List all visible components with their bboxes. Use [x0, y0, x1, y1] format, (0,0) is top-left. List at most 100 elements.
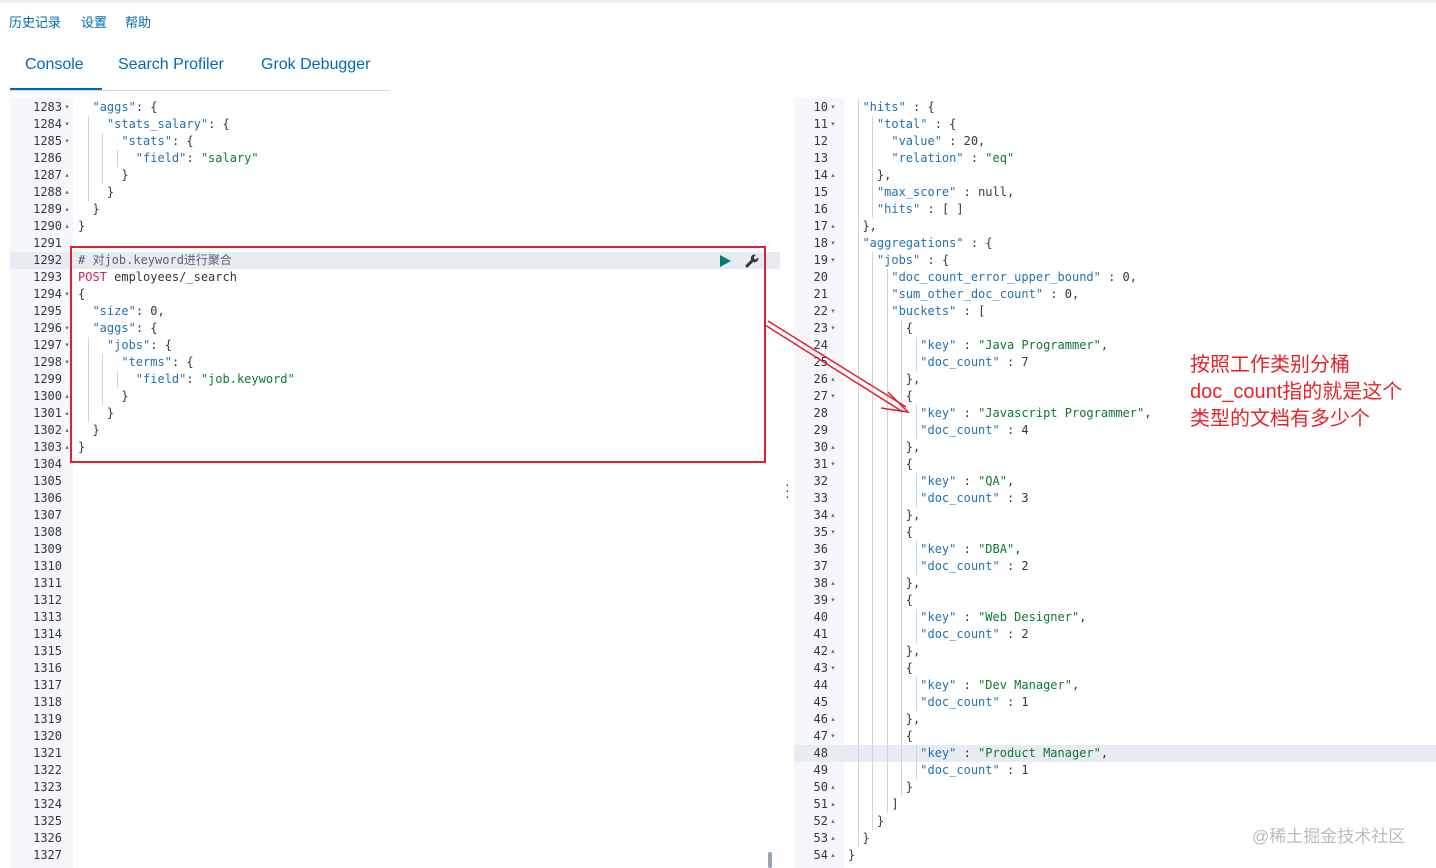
line-number: 12	[813, 134, 828, 148]
code-line: 39 ▾ {	[794, 592, 1436, 609]
annotation-line: 类型的文档有多少个	[1190, 408, 1370, 430]
unfold-arrow-icon[interactable]: ▴	[63, 218, 71, 235]
line-number: 39	[813, 593, 828, 607]
fold-arrow-icon[interactable]: ▾	[829, 524, 837, 541]
tab-search-profiler[interactable]: Search Profiler	[118, 56, 224, 74]
unfold-arrow-icon[interactable]: ▴	[829, 167, 837, 184]
line-number: 1297	[33, 338, 62, 352]
fold-arrow-icon[interactable]: ▾	[829, 252, 837, 269]
unfold-arrow-icon[interactable]: ▴	[829, 711, 837, 728]
request-editor[interactable]: 1283 ▾ "aggs": {1284 ▾ "stats_salary": {12…	[10, 98, 780, 868]
unfold-arrow-icon[interactable]: ▴	[829, 813, 837, 830]
fold-arrow-icon[interactable]: ▾	[829, 592, 837, 609]
tab-bar: Console Search Profiler Grok Debugger	[0, 44, 1436, 91]
response-viewer[interactable]: 10 ▾ "hits" : {11 ▾ "total" : {12 "value" …	[794, 98, 1436, 868]
fold-arrow-icon[interactable]: ▾	[63, 133, 71, 150]
line-number: 29	[813, 423, 828, 437]
code-line: 1312	[10, 592, 780, 609]
code-text: "stats_salary": {	[106, 117, 230, 131]
unfold-arrow-icon[interactable]: ▴	[829, 575, 837, 592]
line-number: 1321	[33, 746, 62, 760]
code-text: "jobs" : {	[876, 253, 950, 267]
menu-history[interactable]: 历史记录	[9, 12, 61, 31]
menu-settings[interactable]: 设置	[81, 12, 107, 31]
line-number: 1322	[33, 763, 62, 777]
fold-arrow-icon[interactable]: ▾	[829, 235, 837, 252]
code-line: 44 "key" : "Dev Manager",	[794, 677, 1436, 694]
code-line: 1311	[10, 575, 780, 592]
line-number: 1310	[33, 559, 62, 573]
wrench-icon[interactable]	[744, 253, 760, 269]
unfold-arrow-icon[interactable]: ▴	[829, 847, 837, 864]
code-line: 31 ▾ {	[794, 456, 1436, 473]
line-number: 15	[813, 185, 828, 199]
tab-console[interactable]: Console	[25, 56, 84, 74]
code-line: 30 ▴ },	[794, 439, 1436, 456]
line-number: 1326	[33, 831, 62, 845]
unfold-arrow-icon[interactable]: ▴	[829, 796, 837, 813]
unfold-arrow-icon[interactable]: ▴	[829, 218, 837, 235]
code-line: 1322	[10, 762, 780, 779]
line-number: 14	[813, 168, 828, 182]
fold-arrow-icon[interactable]: ▾	[829, 456, 837, 473]
unfold-arrow-icon[interactable]: ▴	[829, 507, 837, 524]
scrollbar-thumb[interactable]	[768, 852, 772, 868]
code-line: 1317	[10, 677, 780, 694]
line-number: 11	[813, 117, 828, 131]
code-text: },	[848, 712, 921, 726]
line-number: 1294	[33, 287, 62, 301]
unfold-arrow-icon[interactable]: ▴	[829, 830, 837, 847]
line-number: 1283	[33, 100, 62, 114]
line-number: 1309	[33, 542, 62, 556]
fold-arrow-icon[interactable]: ▾	[63, 116, 71, 133]
fold-arrow-icon[interactable]: ▾	[829, 303, 837, 320]
annotation-text: 按照工作类别分桶 doc_count指的就是这个 类型的文档有多少个	[1190, 352, 1436, 433]
line-number: 1312	[33, 593, 62, 607]
line-number: 50	[813, 780, 828, 794]
unfold-arrow-icon[interactable]: ▴	[829, 779, 837, 796]
unfold-arrow-icon[interactable]: ▴	[63, 184, 71, 201]
drag-handle-icon[interactable]: · · ·	[785, 477, 790, 503]
unfold-arrow-icon[interactable]: ▴	[829, 643, 837, 660]
line-number: 1290	[33, 219, 62, 233]
line-number: 46	[813, 712, 828, 726]
line-number: 18	[813, 236, 828, 250]
line-number: 1299	[33, 372, 62, 386]
code-line: 1287 ▴ }	[10, 167, 780, 184]
play-icon[interactable]	[718, 254, 732, 268]
line-number: 41	[813, 627, 828, 641]
code-text: {	[848, 457, 914, 471]
line-number: 1286	[33, 151, 62, 165]
code-text: },	[848, 219, 877, 233]
menu-help[interactable]: 帮助	[125, 12, 151, 31]
fold-arrow-icon[interactable]: ▾	[829, 99, 837, 116]
fold-arrow-icon[interactable]: ▾	[63, 99, 71, 116]
code-text: "max_score" : null,	[876, 185, 1015, 199]
fold-arrow-icon[interactable]: ▾	[829, 660, 837, 677]
line-number: 21	[813, 287, 828, 301]
code-text: "sum_other_doc_count" : 0,	[891, 287, 1080, 301]
code-text: {	[848, 525, 914, 539]
unfold-arrow-icon[interactable]: ▴	[63, 167, 71, 184]
code-line: 1321	[10, 745, 780, 762]
line-number: 1295	[33, 304, 62, 318]
fold-arrow-icon[interactable]: ▾	[829, 728, 837, 745]
line-number: 1327	[33, 848, 62, 862]
code-text: },	[848, 644, 921, 658]
tab-grok-debugger[interactable]: Grok Debugger	[261, 56, 370, 74]
unfold-arrow-icon[interactable]: ▴	[829, 439, 837, 456]
code-text: }	[78, 219, 86, 233]
annotation-arrow	[764, 320, 911, 414]
unfold-arrow-icon[interactable]: ▴	[63, 201, 71, 218]
code-text: },	[848, 168, 892, 182]
line-number: 47	[813, 729, 828, 743]
fold-arrow-icon[interactable]: ▾	[829, 116, 837, 133]
code-line: 36 "key" : "DBA",	[794, 541, 1436, 558]
code-line: 1316	[10, 660, 780, 677]
line-number: 1314	[33, 627, 62, 641]
code-line: 16 "hits" : [ ]	[794, 201, 1436, 218]
code-line: 41 "doc_count" : 2	[794, 626, 1436, 643]
top-menu-bar: 历史记录 设置 帮助	[0, 0, 1436, 40]
code-line: 1285 ▾ "stats": {	[10, 133, 780, 150]
line-number: 1318	[33, 695, 62, 709]
